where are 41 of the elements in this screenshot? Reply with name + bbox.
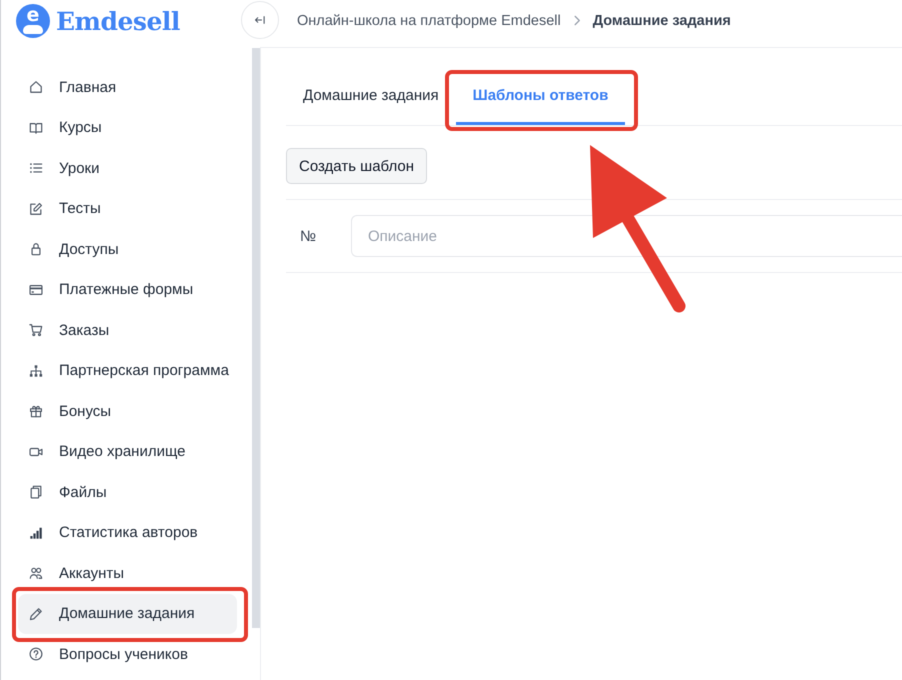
sidebar-item[interactable]: Домашние задания — [18, 594, 237, 634]
bar-chart-icon — [29, 526, 43, 540]
gift-icon — [29, 404, 43, 418]
lock-icon — [29, 242, 43, 256]
sidebar-item[interactable]: Главная — [18, 67, 237, 108]
cart-icon — [29, 323, 43, 338]
breadcrumb-link[interactable]: Онлайн-школа на платформе Emdesell — [297, 12, 561, 28]
question-icon — [29, 647, 43, 662]
create-template-button[interactable]: Создать шаблон — [286, 148, 428, 184]
collapse-sidebar-button[interactable] — [241, 1, 279, 39]
sidebar-item[interactable]: Файлы — [18, 472, 237, 512]
hierarchy-icon — [29, 364, 43, 378]
breadcrumb-current: Домашние задания — [592, 12, 731, 28]
sidebar-item[interactable]: Статистика авторов — [18, 512, 237, 553]
sidebar-item[interactable]: Курсы — [18, 108, 237, 148]
sidebar-item[interactable]: Платежные формы — [18, 270, 237, 310]
tab[interactable]: Домашние задания — [286, 73, 456, 125]
sidebar-item[interactable]: Вопросы учеников — [18, 634, 237, 674]
sidebar-item[interactable]: Бонусы — [18, 391, 237, 432]
home-icon — [29, 80, 43, 94]
sidebar-item[interactable]: Доступы — [18, 229, 237, 270]
number-column-header: № — [299, 228, 318, 244]
sidebar-item[interactable]: Партнерская программа — [18, 350, 237, 391]
book-icon — [29, 120, 43, 135]
sidebar-item[interactable]: Видео хранилище — [18, 432, 237, 472]
sidebar-item[interactable]: Уроки — [18, 148, 237, 188]
users-icon — [29, 566, 43, 580]
list-icon — [29, 161, 43, 176]
logo-wordmark: Emdesell — [56, 8, 180, 34]
arrow-left-bar-icon — [254, 14, 266, 26]
scrollbar-thumb[interactable] — [252, 48, 260, 628]
sidebar-item[interactable]: Заказы — [18, 310, 237, 350]
card-icon — [29, 282, 43, 297]
documents-icon — [29, 485, 43, 500]
sidebar-item[interactable]: Тесты — [18, 188, 237, 229]
logo-mark: e — [16, 4, 50, 38]
pencil-icon — [29, 606, 43, 621]
tab[interactable]: Шаблоны ответов — [456, 73, 626, 125]
chevron-right-icon — [572, 15, 581, 26]
description-filter-field[interactable]: Описание — [351, 215, 902, 257]
sidebar-item[interactable]: Аккаунты — [18, 553, 237, 594]
